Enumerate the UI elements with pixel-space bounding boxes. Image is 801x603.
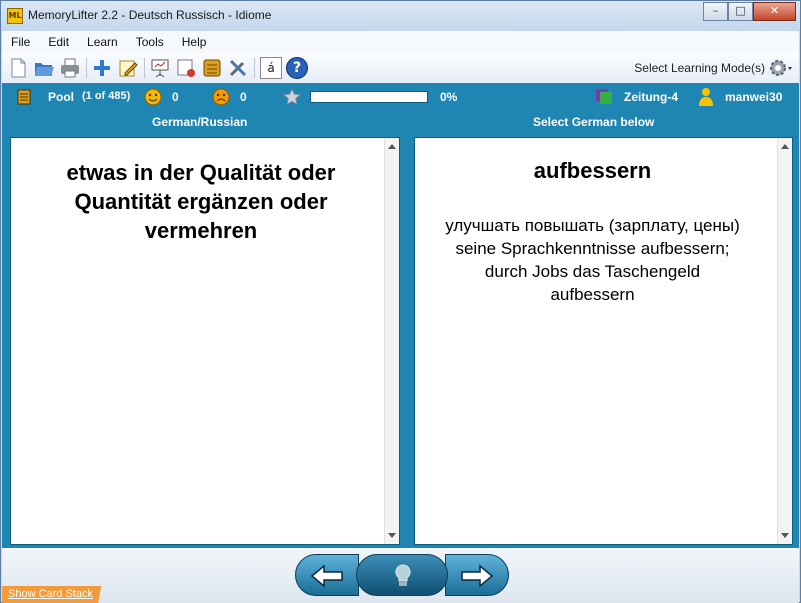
add-card-icon[interactable] [91,57,113,79]
answer-line: aufbessern [550,285,635,304]
minimize-button[interactable]: – [703,2,728,21]
close-button[interactable]: ✕ [753,2,796,21]
answer-title: aufbessern [533,158,652,183]
maximize-button[interactable]: □ [728,2,753,21]
new-file-icon[interactable] [7,57,29,79]
menu-help[interactable]: Help [173,35,216,49]
status-bar: Pool (1 of 485) 0 0 0% Zeitung-4 manwei3… [2,83,799,111]
wrong-count: 0 [240,90,247,104]
learning-mode-label[interactable]: Select Learning Mode(s) [634,61,765,75]
menu-learn[interactable]: Learn [78,35,127,49]
learning-area: German/Russian Select German below etwas… [2,111,799,548]
menu-file[interactable]: File [2,35,39,49]
help-icon[interactable]: ? [286,57,308,79]
card-stack-icon[interactable] [201,57,223,79]
smiley-wrong-icon [212,88,230,106]
card-box-icon [17,89,31,105]
user-icon [699,88,713,106]
hint-button[interactable] [356,554,448,596]
right-column-header: Select German below [533,115,655,129]
lightbulb-icon [395,564,411,586]
menu-bar: File Edit Learn Tools Help [2,31,799,52]
answer-card: aufbessern улучшать повышать (зарплату, … [414,137,793,545]
show-card-stack-link[interactable]: Show Card Stack [2,586,123,603]
window-title: MemoryLifter 2.2 - Deutsch Russisch - Id… [28,8,272,22]
smiley-correct-icon [144,88,162,106]
answer-scrollbar[interactable] [777,138,792,544]
menu-edit[interactable]: Edit [39,35,78,49]
scroll-up-icon[interactable] [781,144,789,149]
toolbar-separator [86,58,87,78]
previous-card-button[interactable] [295,554,359,596]
edit-card-icon[interactable] [117,57,139,79]
pool-label: Pool [48,90,74,104]
open-folder-icon[interactable] [33,57,55,79]
arrow-left-icon [310,564,343,588]
presentation-icon[interactable] [149,57,171,79]
toolbar-separator [254,58,255,78]
scroll-down-icon[interactable] [781,533,789,538]
print-icon[interactable] [59,57,81,79]
bottom-bar: Show Card Stack [2,548,799,603]
toolbar: á ? Select Learning Mode(s) [2,52,799,83]
answer-body: улучшать повышать (зарплату, цены) seine… [415,214,770,306]
progress-percent: 0% [440,90,458,104]
answer-line: улучшать повышать (зарплату, цены) [445,216,740,235]
scroll-up-icon[interactable] [388,144,396,149]
menu-tools[interactable]: Tools [127,35,173,49]
user-name: manwei30 [725,90,783,104]
answer-line: durch Jobs das Taschengeld [484,262,701,281]
app-window: ML MemoryLifter 2.2 - Deutsch Russisch -… [0,0,801,603]
title-bar: ML MemoryLifter 2.2 - Deutsch Russisch -… [1,1,800,31]
arrow-right-icon [461,564,494,588]
star-icon [283,88,301,106]
pool-count: (1 of 485) [82,90,131,102]
correct-count: 0 [172,90,179,104]
question-card: etwas in der Qualität oder Quantität erg… [10,137,400,545]
special-char-icon[interactable]: á [260,57,282,79]
print-cards-icon[interactable] [175,57,197,79]
box-name[interactable]: Zeitung-4 [624,90,678,104]
next-card-button[interactable] [445,554,509,596]
answer-line: seine Sprachkenntnisse aufbessern; [455,239,730,258]
toolbar-separator [144,58,145,78]
box-icon [596,89,612,104]
tools-icon[interactable] [227,57,249,79]
left-column-header: German/Russian [152,115,248,129]
question-scrollbar[interactable] [384,138,399,544]
app-logo-icon: ML [7,8,23,24]
progress-bar [310,91,428,103]
gear-icon[interactable] [767,57,793,79]
scroll-down-icon[interactable] [388,533,396,538]
question-text: etwas in der Qualität oder Quantität erg… [66,160,336,243]
